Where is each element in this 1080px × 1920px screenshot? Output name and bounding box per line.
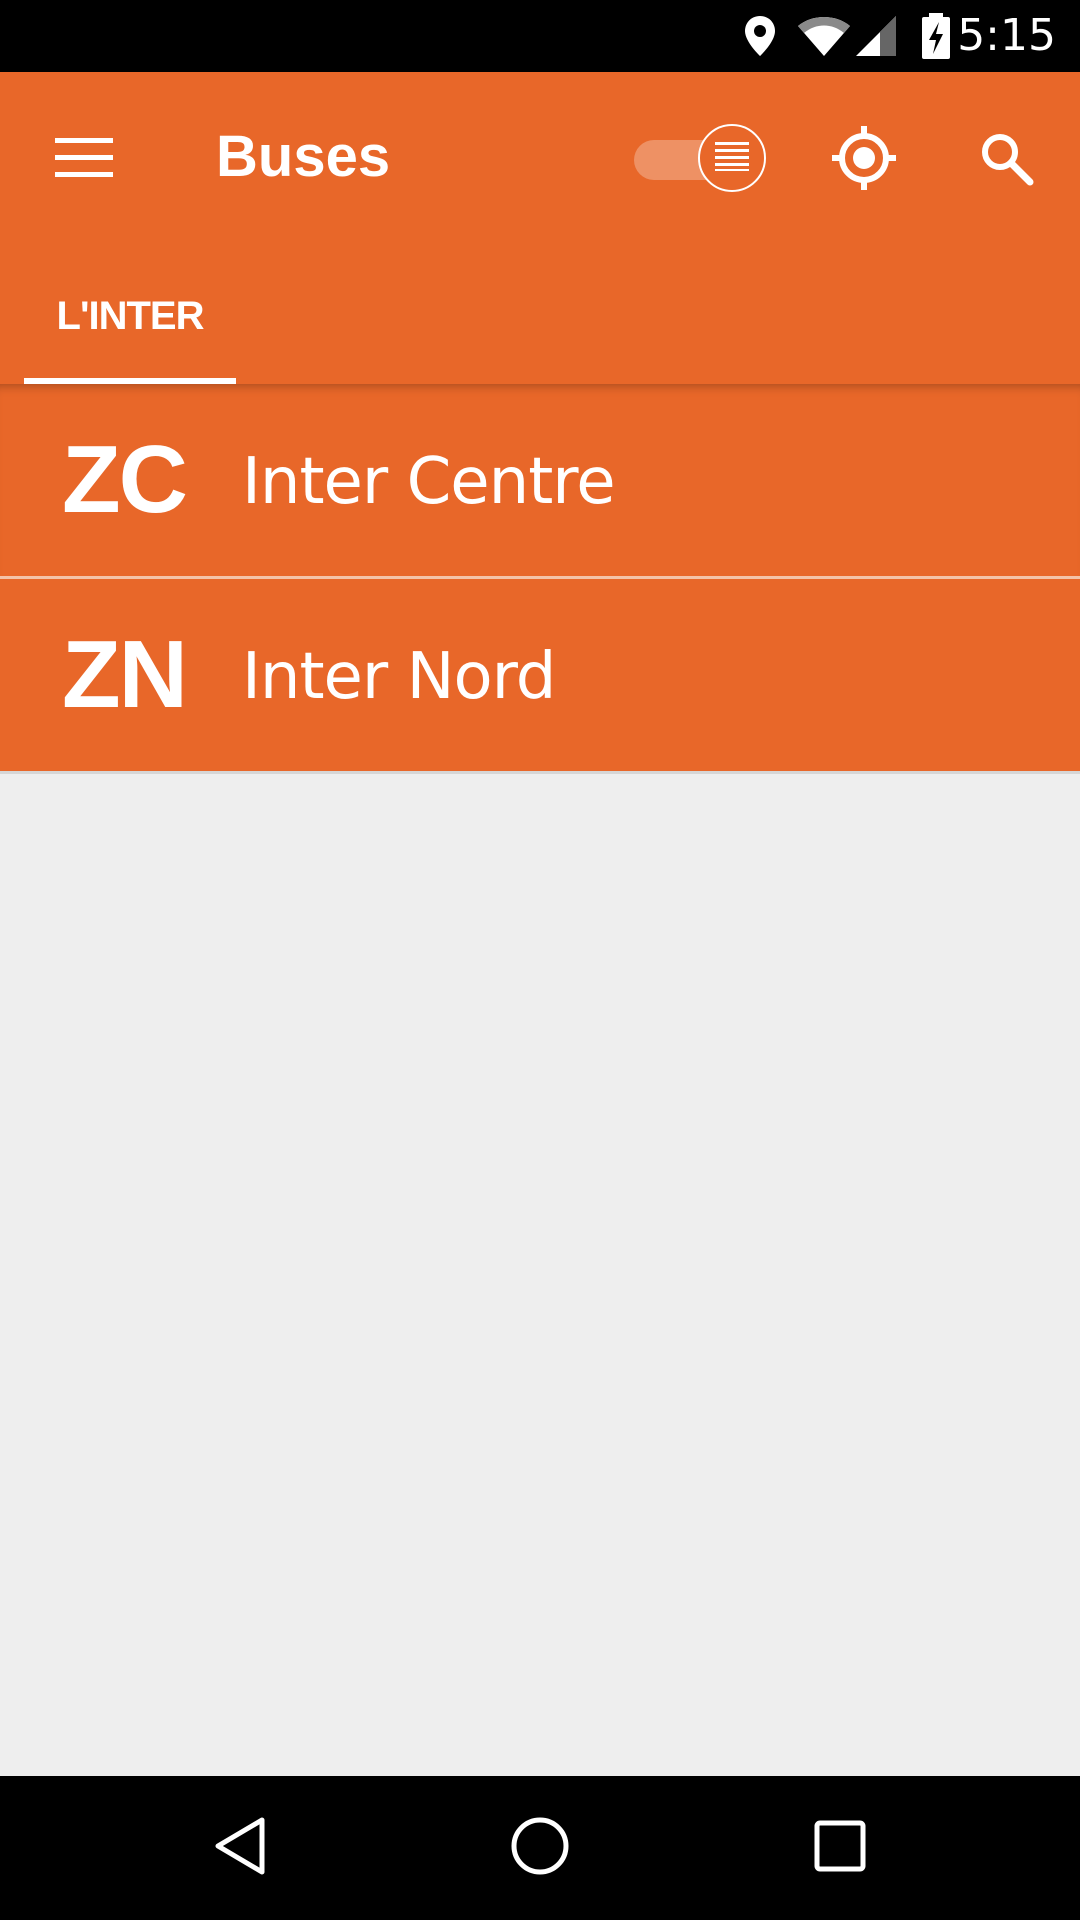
home-button[interactable] xyxy=(492,1800,588,1896)
route-code: ZC xyxy=(62,426,188,533)
home-icon xyxy=(508,1814,572,1883)
tab-linter[interactable]: L'INTER xyxy=(24,272,236,384)
status-bar: 5:15 xyxy=(0,0,1080,72)
route-list: ZC Inter Centre ZN Inter Nord xyxy=(0,384,1080,774)
hamburger-menu-icon xyxy=(55,136,113,185)
route-row-zn[interactable]: ZN Inter Nord xyxy=(0,579,1080,774)
battery-charging-icon xyxy=(918,12,954,60)
back-icon xyxy=(210,1814,270,1883)
list-icon xyxy=(715,141,749,176)
app-bar: Buses L'INTER xyxy=(0,72,1080,384)
location-pin-icon xyxy=(740,12,780,60)
locate-button[interactable] xyxy=(820,116,908,204)
cell-signal-icon xyxy=(852,12,900,60)
recents-icon xyxy=(812,1818,868,1879)
wifi-icon xyxy=(796,12,852,60)
route-code: ZN xyxy=(62,621,188,728)
page-title: Buses xyxy=(216,124,391,189)
screen: 5:15 Buses L'INTER ZC Inter Centre ZN In… xyxy=(0,0,1080,1920)
my-location-icon xyxy=(830,124,898,197)
route-name: Inter Nord xyxy=(242,640,556,714)
route-name: Inter Centre xyxy=(242,445,616,519)
route-row-zc[interactable]: ZC Inter Centre xyxy=(0,384,1080,579)
tab-label: L'INTER xyxy=(56,294,205,338)
navigation-bar xyxy=(0,1776,1080,1920)
recents-button[interactable] xyxy=(792,1800,888,1896)
search-button[interactable] xyxy=(962,116,1050,204)
status-time: 5:15 xyxy=(957,10,1056,61)
list-view-toggle[interactable] xyxy=(634,120,770,200)
search-icon xyxy=(978,130,1034,191)
menu-button[interactable] xyxy=(40,116,128,204)
back-button[interactable] xyxy=(192,1800,288,1896)
toggle-thumb xyxy=(698,124,766,192)
